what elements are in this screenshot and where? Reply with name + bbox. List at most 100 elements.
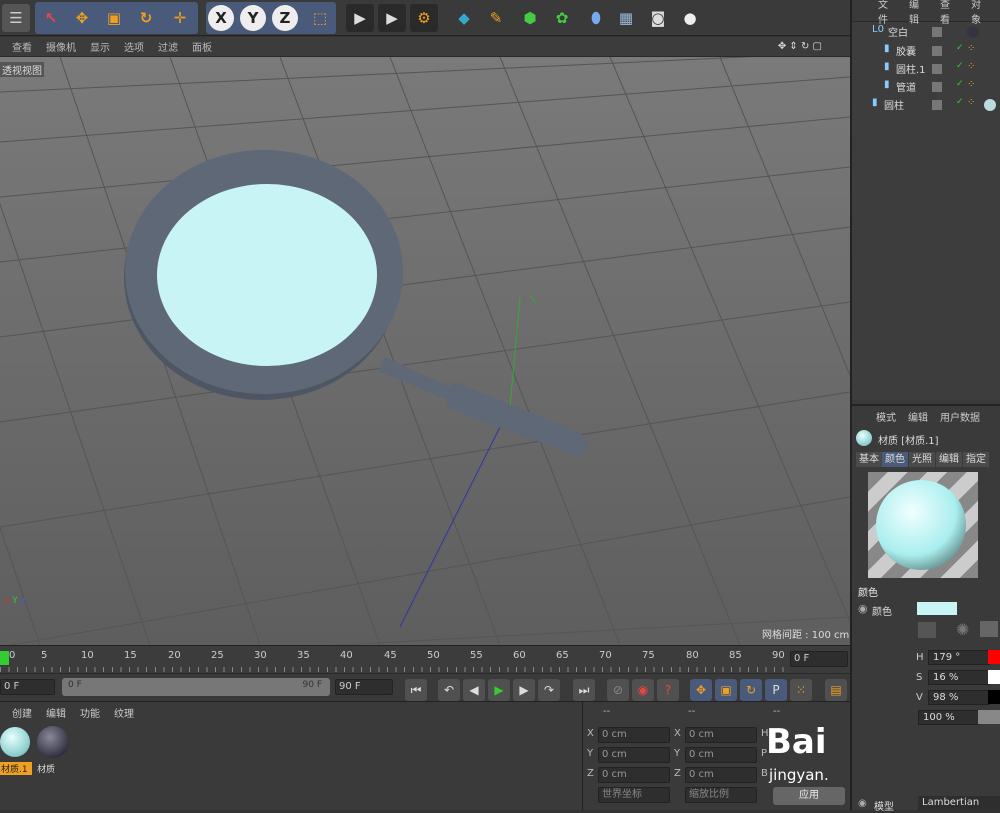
render-settings-icon[interactable]: ⚙ [410, 4, 438, 32]
phong-tag-icon[interactable]: ⁘ [967, 61, 975, 72]
viewport-menu-display[interactable]: 显示 [90, 39, 110, 54]
object-row[interactable]: ▮ 胶囊 ✓ ⁘ [852, 43, 1000, 61]
go-to-end-icon[interactable]: ⏭ [573, 679, 595, 701]
position-z-field[interactable]: 0 cm [598, 767, 670, 783]
key-rotate-icon[interactable]: ↻ [740, 679, 762, 701]
scale-tool-icon[interactable]: ▣ [100, 4, 128, 32]
pen-icon[interactable]: ✎ [482, 4, 510, 32]
render-picture-icon[interactable]: ▶ [378, 4, 406, 32]
phong-tag-icon[interactable]: ⁘ [967, 79, 975, 90]
select-tool-icon[interactable]: ↖ [37, 4, 65, 32]
prev-key-icon[interactable]: ↶ [438, 679, 460, 701]
tab-editor[interactable]: 编辑 [936, 452, 962, 467]
material-menu-function[interactable]: 功能 [80, 705, 100, 720]
object-row[interactable]: L0 空白 [852, 24, 1000, 42]
floor-icon[interactable]: ▦ [612, 4, 640, 32]
coordinate-system-icon[interactable]: ⬚ [306, 4, 334, 32]
saturation-field[interactable]: 16 % [928, 670, 990, 685]
layer-icon[interactable] [932, 82, 942, 92]
render-view-icon[interactable]: ▶ [346, 4, 374, 32]
object-menu-file[interactable]: 文件 [878, 0, 895, 26]
next-frame-icon[interactable]: ▶ [513, 679, 535, 701]
hue-slider[interactable] [988, 650, 1000, 664]
z-axis-button[interactable]: Z [272, 5, 298, 31]
object-row[interactable]: ▮ 圆柱 ✓ ⁘ [852, 97, 1000, 115]
brightness-field[interactable]: 100 % [918, 710, 980, 725]
frame-range-slider[interactable]: 0 F 90 F [62, 678, 330, 696]
object-row[interactable]: ▮ 管道 ✓ ⁘ [852, 79, 1000, 97]
key-pla-icon[interactable]: ⁙ [790, 679, 812, 701]
viewport-menu-view[interactable]: 查看 [12, 39, 32, 54]
color-spectrum-icon[interactable]: ✺ [956, 620, 969, 639]
key-help-icon[interactable]: ? [657, 679, 679, 701]
menu-icon[interactable]: ☰ [2, 4, 30, 32]
object-menu-object[interactable]: 对象 [971, 0, 988, 26]
color-swatch[interactable] [917, 602, 957, 615]
light-icon[interactable]: ● [676, 4, 704, 32]
timeline[interactable]: 0 5 10 15 20 25 30 35 40 45 50 55 60 65 … [0, 645, 850, 673]
attribute-menu-edit[interactable]: 编辑 [908, 409, 928, 424]
object-menu-view[interactable]: 查看 [940, 0, 957, 26]
phong-tag-icon[interactable]: ⁘ [967, 97, 975, 108]
start-frame-field[interactable]: 0 F [0, 679, 55, 695]
x-axis-button[interactable]: X [208, 5, 234, 31]
attribute-menu-mode[interactable]: 模式 [876, 409, 896, 424]
check-icon[interactable]: ✓ [956, 61, 964, 71]
material-tag-icon[interactable] [984, 99, 996, 111]
color-wheel-icon[interactable] [918, 622, 936, 638]
cube-icon[interactable]: ◆ [450, 4, 478, 32]
viewport-nav-icons[interactable]: ✥ ⇕ ↻ ▢ [778, 41, 822, 52]
size-z-field[interactable]: 0 cm [685, 767, 757, 783]
prev-frame-icon[interactable]: ◀ [463, 679, 485, 701]
value-field[interactable]: 98 % [928, 690, 990, 705]
material-menu-texture[interactable]: 纹理 [114, 705, 134, 720]
layer-icon[interactable] [932, 27, 942, 37]
layer-icon[interactable] [932, 46, 942, 56]
layer-icon[interactable] [932, 100, 942, 110]
tab-basic[interactable]: 基本 [856, 452, 882, 467]
check-icon[interactable]: ✓ [956, 97, 964, 107]
viewport-menu-panel[interactable]: 面板 [192, 39, 212, 54]
layer-icon[interactable] [932, 64, 942, 74]
model-dot-icon[interactable]: ◉ [858, 798, 867, 809]
viewport-menu-options[interactable]: 选项 [124, 39, 144, 54]
autokey-icon[interactable]: ◉ [632, 679, 654, 701]
size-y-field[interactable]: 0 cm [685, 747, 757, 763]
viewport-menu-camera[interactable]: 摄像机 [46, 39, 76, 54]
timeline-window-icon[interactable]: ▤ [825, 679, 847, 701]
position-x-field[interactable]: 0 cm [598, 727, 670, 743]
attribute-menu-userdata[interactable]: 用户数据 [940, 409, 980, 424]
key-move-icon[interactable]: ✥ [690, 679, 712, 701]
mograph-icon[interactable]: ✿ [548, 4, 576, 32]
color-picker-icon[interactable] [980, 621, 998, 637]
go-to-start-icon[interactable]: ⏮ [405, 679, 427, 701]
key-scale-icon[interactable]: ▣ [715, 679, 737, 701]
tab-illumination[interactable]: 光照 [909, 452, 935, 467]
value-slider[interactable] [988, 690, 1000, 704]
brightness-slider[interactable] [978, 710, 1000, 724]
key-param-icon[interactable]: P [765, 679, 787, 701]
subdivision-icon[interactable]: ⬢ [516, 4, 544, 32]
record-disabled-icon[interactable]: ⊘ [607, 679, 629, 701]
phong-tag-icon[interactable]: ⁘ [967, 43, 975, 54]
check-icon[interactable]: ✓ [956, 43, 964, 53]
timeline-playhead[interactable] [0, 651, 9, 665]
current-frame-field[interactable]: 0 F [790, 651, 848, 667]
material-thumb-1[interactable]: 材质.1 [0, 724, 32, 778]
deformer-icon[interactable]: ⬮ [582, 4, 610, 32]
end-frame-field[interactable]: 90 F [335, 679, 393, 695]
animate-dot-icon[interactable]: ◉ [858, 602, 868, 615]
position-y-field[interactable]: 0 cm [598, 747, 670, 763]
tab-color[interactable]: 颜色 [882, 452, 908, 467]
object-menu-edit[interactable]: 编辑 [909, 0, 926, 26]
check-icon[interactable]: ✓ [956, 79, 964, 89]
material-menu-edit[interactable]: 编辑 [46, 705, 66, 720]
material-thumb-2[interactable]: 材质 [35, 724, 71, 778]
next-key-icon[interactable]: ↷ [538, 679, 560, 701]
material-menu-create[interactable]: 创建 [12, 705, 32, 720]
camera-icon[interactable]: ◙ [644, 4, 672, 32]
apply-button[interactable]: 应用 [773, 787, 845, 805]
perspective-viewport[interactable] [0, 57, 850, 645]
play-icon[interactable]: ▶ [488, 679, 510, 701]
material-tag-icon[interactable] [967, 26, 979, 38]
